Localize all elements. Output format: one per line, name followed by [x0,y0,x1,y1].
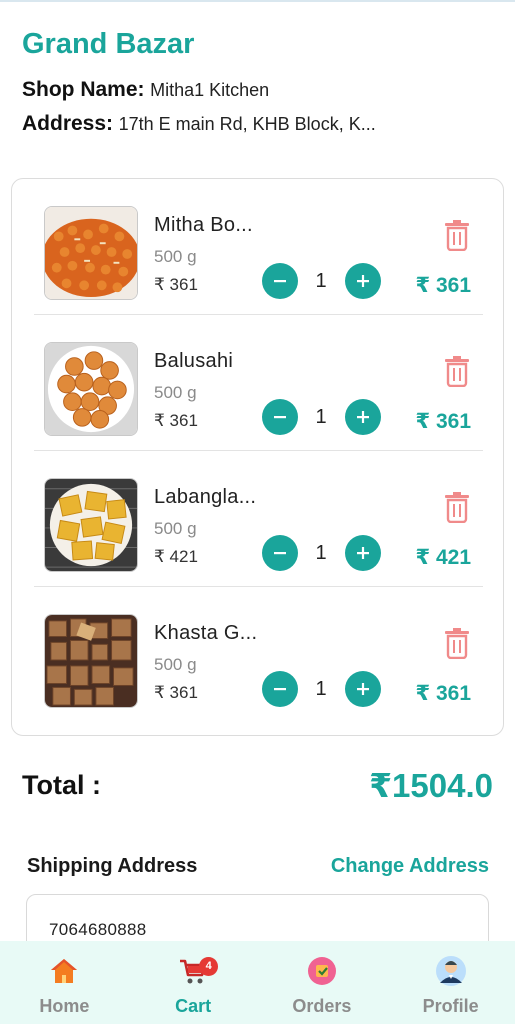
profile-icon [435,956,466,986]
plus-icon [357,547,369,559]
shipping-phone: 7064680888 [49,920,147,939]
shop-address-label: Address: [22,112,114,135]
minus-icon [274,688,286,691]
item-line-total: ₹ 361 [415,274,471,297]
increase-quantity-button[interactable] [345,399,381,435]
item-weight: 500 g [154,519,197,538]
khasta-gaja-photo [44,614,138,708]
cart-item: Mitha Bo... 500 g ₹ 361 1 ₹ 361 [12,179,505,315]
nav-profile-label: Profile [422,996,479,1016]
trash-icon[interactable] [444,355,470,387]
cart-item: Khasta G... 500 g ₹ 361 1 ₹ 361 [12,587,505,723]
labangalatika-photo [44,478,138,572]
mitha-boondi-photo [44,206,138,300]
nav-home[interactable]: Home [0,941,128,1024]
cart-item: Balusahi 500 g ₹ 361 1 ₹ 361 [12,315,505,451]
minus-icon [274,416,286,419]
item-line-total: ₹ 361 [415,682,471,705]
shop-name-label: Shop Name: [22,78,145,101]
item-quantity: 1 [315,406,327,428]
item-name: Balusahi [154,350,234,372]
shop-address-value: 17th E main Rd, KHB Block, K... [118,114,376,134]
increase-quantity-button[interactable] [345,535,381,571]
plus-icon [357,683,369,695]
decrease-quantity-button[interactable] [262,671,298,707]
item-weight: 500 g [154,383,197,402]
item-name: Khasta G... [154,622,258,644]
cart-items-card: Mitha Bo... 500 g ₹ 361 1 ₹ 361 Balusahi… [11,178,504,736]
total-amount: ₹1504.0 [369,767,493,804]
item-weight: 500 g [154,247,197,266]
cart-count-badge: 4 [199,957,219,976]
decrease-quantity-button[interactable] [262,535,298,571]
trash-icon[interactable] [444,491,470,523]
bottom-navigation: Home 4 Cart Orders Profile [0,941,515,1024]
decrease-quantity-button[interactable] [262,399,298,435]
home-icon [51,959,78,983]
trash-icon[interactable] [444,627,470,659]
minus-icon [274,280,286,283]
item-unit-price: ₹ 361 [154,683,198,702]
nav-orders-label: Orders [292,996,352,1016]
shop-name-value: Mitha1 Kitchen [150,80,270,100]
shipping-address-title: Shipping Address [27,855,198,877]
plus-icon [357,411,369,423]
trash-icon[interactable] [444,219,470,251]
item-quantity: 1 [315,678,327,700]
plus-icon [357,275,369,287]
minus-icon [274,552,286,555]
nav-profile[interactable]: Profile [387,941,515,1024]
nav-cart-label: Cart [175,996,212,1016]
increase-quantity-button[interactable] [345,263,381,299]
item-name: Labangla... [154,486,257,508]
nav-orders[interactable]: Orders [258,941,386,1024]
decrease-quantity-button[interactable] [262,263,298,299]
item-weight: 500 g [154,655,197,674]
nav-cart[interactable]: 4 Cart [129,941,257,1024]
item-unit-price: ₹ 361 [154,275,198,294]
total-label: Total : [22,770,101,800]
cart-item: Labangla... 500 g ₹ 421 1 ₹ 421 [12,451,505,587]
item-line-total: ₹ 421 [415,546,471,569]
status-divider [0,0,515,2]
orders-icon [307,957,336,985]
item-unit-price: ₹ 421 [154,547,198,566]
nav-home-label: Home [39,996,90,1016]
balusahi-photo [44,342,138,436]
item-unit-price: ₹ 361 [154,411,198,430]
item-line-total: ₹ 361 [415,410,471,433]
app-title: Grand Bazar [22,28,195,60]
item-quantity: 1 [315,542,327,564]
change-address-link[interactable]: Change Address [331,855,489,878]
shop-address-row: Address: 17th E main Rd, KHB Block, K... [22,112,376,136]
item-quantity: 1 [315,270,327,292]
item-name: Mitha Bo... [154,214,253,236]
shop-name-row: Shop Name: Mitha1 Kitchen [22,78,269,102]
increase-quantity-button[interactable] [345,671,381,707]
